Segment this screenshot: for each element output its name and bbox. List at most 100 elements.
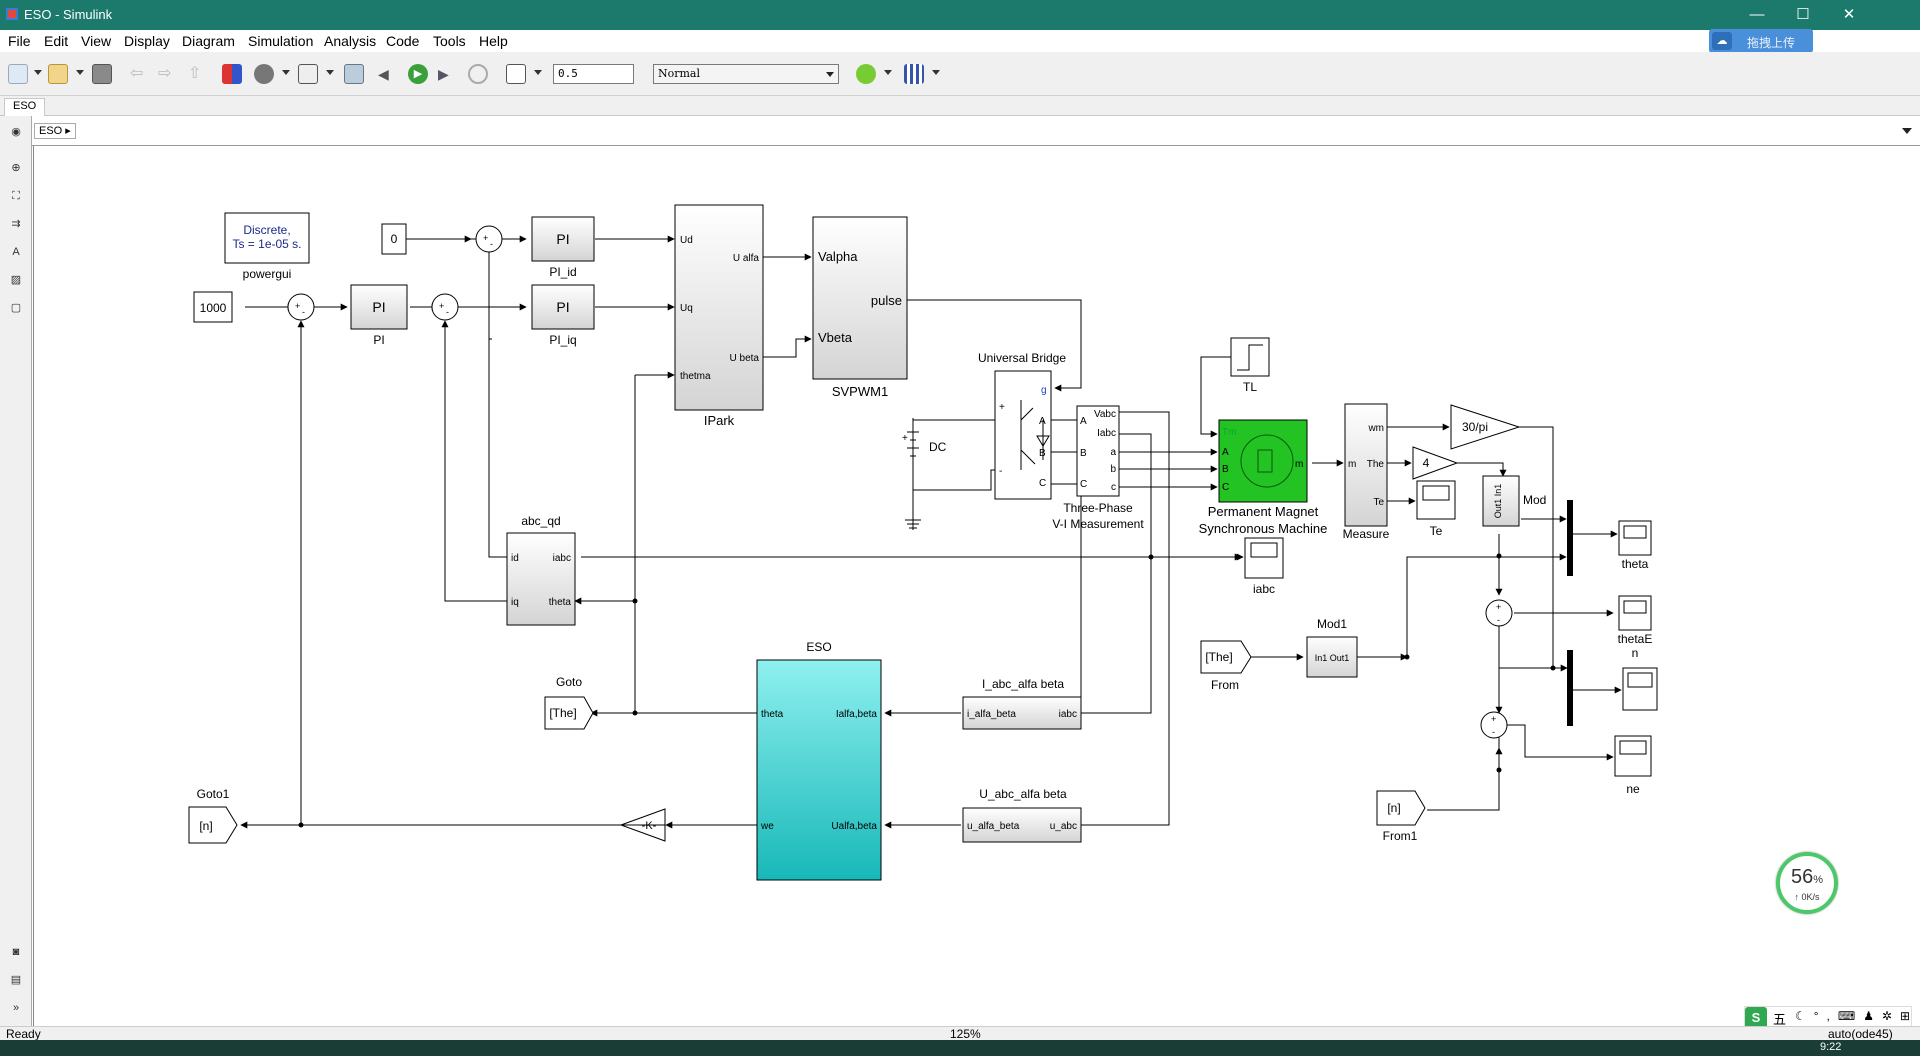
menu-edit[interactable]: Edit (44, 33, 68, 49)
menu-code[interactable]: Code (386, 33, 419, 49)
pmsm-block[interactable]: Tm A B C m Permanent Magnet Synchronous … (1199, 419, 1328, 536)
mux-bar-2[interactable] (1567, 650, 1573, 726)
model-advisor-check-icon[interactable] (856, 64, 876, 84)
menu-tools[interactable]: Tools (433, 33, 466, 49)
scope-thetaen[interactable]: thetaE n (1618, 595, 1653, 660)
powergui-block[interactable]: Discrete, Ts = 1e-05 s. powergui (224, 212, 310, 281)
library-browser-icon[interactable] (222, 64, 242, 84)
measure-block[interactable]: m wm The Te Measure (1343, 403, 1390, 541)
sum-block-thetaen[interactable]: + - (1485, 599, 1513, 627)
chevron-down-icon[interactable] (282, 70, 290, 75)
gain-4-block[interactable]: 4 (1412, 446, 1459, 480)
ime-toolbar[interactable]: S 五 ☾°,⌨♟✲⊞ (1744, 1006, 1912, 1029)
chevron-down-icon[interactable] (326, 70, 334, 75)
window-title: ESO - Simulink (24, 7, 113, 22)
ipark-block[interactable]: Ud Uq thetma U alfa U beta IPark (674, 204, 764, 428)
mod1-subsystem-block[interactable]: Mod1 In1 Out1 (1306, 617, 1358, 678)
sum-block-speed[interactable]: + - (287, 293, 315, 321)
from-the-block[interactable]: [The] From (1200, 640, 1252, 692)
network-speed-widget[interactable]: 56% ↑ 0K/s (1776, 852, 1838, 914)
open-folder-icon[interactable] (48, 64, 68, 84)
constant-1000-block[interactable]: 1000 (193, 291, 233, 323)
breadcrumb[interactable]: ESO ▸ (34, 123, 76, 139)
arrow-icon[interactable]: ⇉ (8, 216, 24, 232)
gear-icon[interactable] (254, 64, 274, 84)
tab-eso[interactable]: ESO (4, 98, 46, 116)
run-play-icon[interactable]: ▶ (408, 64, 428, 84)
step-back-icon[interactable]: ◀ (378, 64, 398, 84)
save-icon[interactable] (92, 64, 112, 84)
report-icon[interactable]: ▤ (8, 972, 24, 988)
sum-block-ne[interactable]: + - (1480, 711, 1508, 739)
menu-file[interactable]: File (8, 33, 31, 49)
scope-iabc[interactable]: iabc (1244, 537, 1284, 596)
up-arrow-icon[interactable]: ⇧ (188, 64, 208, 84)
chevron-down-icon[interactable] (932, 70, 940, 75)
back-arrow-icon[interactable]: ⇦ (130, 64, 150, 84)
simulation-mode-select[interactable]: Normal (653, 64, 839, 84)
image-icon[interactable]: ▨ (8, 272, 24, 288)
build-grid-icon[interactable] (904, 64, 924, 84)
scope-te[interactable]: Te (1416, 480, 1456, 538)
new-model-icon[interactable] (8, 64, 28, 84)
menu-diagram[interactable]: Diagram (182, 33, 235, 49)
windows-taskbar: 9:22 (0, 1040, 1920, 1056)
pi-speed-block[interactable]: PI PI (350, 284, 408, 347)
chevron-down-icon[interactable] (534, 70, 542, 75)
stop-icon[interactable] (468, 64, 488, 84)
from1-n-block[interactable]: [n] From1 (1376, 790, 1426, 843)
gain-30-over-pi-block[interactable]: 30/pi (1450, 404, 1521, 450)
expand-chevron-icon[interactable]: » (8, 1000, 24, 1016)
model-canvas[interactable]: Discrete, Ts = 1e-05 s. powergui 1000 0 … (33, 146, 1920, 1026)
dc-source-block[interactable]: + DC (902, 431, 947, 529)
u-abc-alfa-beta-block[interactable]: U_abc_alfa beta u_alfa_beta u_abc (962, 787, 1082, 843)
maximize-button[interactable]: ☐ (1780, 0, 1826, 30)
menu-analysis[interactable]: Analysis (324, 33, 376, 49)
pmsm-tm-port: Tm (1222, 427, 1236, 438)
update-diagram-icon[interactable] (344, 64, 364, 84)
menu-display[interactable]: Display (124, 33, 170, 49)
solver-name: auto(ode45) (1828, 1027, 1893, 1041)
sum-block-id[interactable]: + - (475, 225, 503, 253)
constant-0-block[interactable]: 0 (381, 223, 407, 255)
minimize-button[interactable]: — (1734, 0, 1780, 30)
eso-ialfa-port: Ialfa,beta (836, 709, 878, 720)
hide-browser-icon[interactable]: ◉ (8, 124, 24, 140)
pi-id-block[interactable]: PI PI_id (531, 216, 595, 279)
menu-help[interactable]: Help (479, 33, 508, 49)
fit-to-view-icon[interactable]: ⛶ (8, 188, 24, 204)
sum-block-iq[interactable]: + - (431, 293, 459, 321)
chevron-down-icon[interactable] (884, 70, 892, 75)
annotation-icon[interactable]: A (8, 244, 24, 260)
scope-viewer-icon[interactable] (506, 64, 526, 84)
baidu-upload-label: 拖拽上传 (1747, 36, 1796, 50)
zoom-icon[interactable]: ⊕ (8, 160, 24, 176)
close-button[interactable]: ✕ (1826, 0, 1872, 30)
chevron-down-icon[interactable] (1902, 128, 1912, 134)
scope-theta[interactable]: theta (1618, 520, 1652, 571)
chevron-down-icon[interactable] (34, 70, 42, 75)
menu-view[interactable]: View (81, 33, 111, 49)
model-config-icon[interactable] (298, 64, 318, 84)
eso-subsystem-block[interactable]: ESO theta we Ialfa,beta Ualfa,beta (756, 640, 882, 881)
mux-bar-1[interactable] (1567, 500, 1573, 576)
scope-ne[interactable]: ne (1614, 735, 1652, 796)
stop-time-input[interactable]: 0.5 (553, 64, 634, 84)
camera-icon[interactable]: ◙ (8, 944, 24, 960)
scope-mux2[interactable] (1622, 667, 1658, 711)
pi-iq-block[interactable]: PI PI_iq (531, 284, 595, 347)
tl-step-block[interactable]: TL (1230, 337, 1270, 394)
gain-k-block[interactable]: -K- (619, 808, 666, 842)
svpwm-block[interactable]: Valpha Vbeta pulse SVPWM1 (812, 216, 908, 399)
baidu-upload-widget[interactable]: ☁ 拖拽上传 (1709, 29, 1813, 53)
goto1-n-block[interactable]: Goto1 [n] (188, 787, 238, 844)
chevron-down-icon[interactable] (76, 70, 84, 75)
menu-simulation[interactable]: Simulation (248, 33, 313, 49)
abc-qd-block[interactable]: abc_qd id iq iabc theta (506, 514, 576, 626)
area-icon[interactable]: ▢ (8, 300, 24, 316)
step-forward-icon[interactable]: ▶ (438, 64, 458, 84)
goto-the-block[interactable]: Goto [The] (544, 675, 594, 730)
status-bar: Ready 125% auto(ode45) (0, 1026, 1920, 1041)
i-abc-alfa-beta-block[interactable]: I_abc_alfa beta i_alfa_beta iabc (962, 677, 1082, 730)
forward-arrow-icon[interactable]: ⇨ (158, 64, 178, 84)
